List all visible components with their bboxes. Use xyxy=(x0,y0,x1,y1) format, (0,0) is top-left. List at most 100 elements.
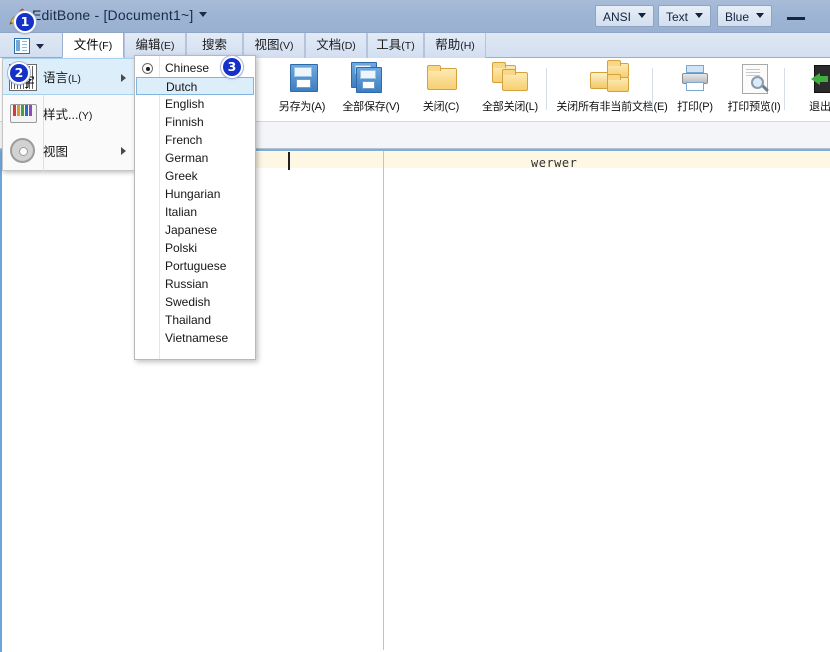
language-item-chinese-label: Chinese xyxy=(165,61,209,75)
encoding-combo[interactable]: ANSI xyxy=(595,5,654,27)
language-item-french[interactable]: French xyxy=(135,131,255,149)
ribbon-button-exit-label: 退出(X) xyxy=(790,98,830,114)
ribbon-button-exit[interactable]: 退出(X) xyxy=(790,60,830,120)
language-item-thailand[interactable]: Thailand xyxy=(135,311,255,329)
panel-layout-icon xyxy=(14,38,30,54)
editor-area[interactable] xyxy=(0,149,830,650)
ribbon-button-close-all-others-label: 关闭所有非当前文档(E) xyxy=(550,98,674,114)
chevron-right-icon xyxy=(121,74,126,82)
editor-left-rule xyxy=(0,151,2,652)
tab-help-mnemonic: (H) xyxy=(460,40,475,52)
document-panel-toggle-button[interactable] xyxy=(12,36,54,56)
exit-door-icon xyxy=(807,62,830,96)
step-badge-3: 3 xyxy=(221,56,243,78)
language-item-greek-label: Greek xyxy=(165,169,198,183)
file-menu-item-style-label: 样式...(Y) xyxy=(43,104,92,123)
tab-help-label: 帮助 xyxy=(435,38,460,52)
ribbon-button-close-all[interactable]: 全部关闭(L) xyxy=(473,60,547,120)
tab-view-mnemonic: (V) xyxy=(280,40,294,52)
text-caret xyxy=(288,152,290,170)
language-item-swedish[interactable]: Swedish xyxy=(135,293,255,311)
gear-icon xyxy=(3,132,43,169)
language-item-greek[interactable]: Greek xyxy=(135,167,255,185)
title-dropdown-caret-icon[interactable] xyxy=(199,12,207,17)
file-menu-item-view[interactable]: 视图 xyxy=(3,132,134,169)
language-item-thailand-label: Thailand xyxy=(165,313,211,327)
language-item-russian-label: Russian xyxy=(165,277,208,291)
file-menu-item-view-label: 视图 xyxy=(43,141,68,160)
chevron-down-icon xyxy=(36,44,44,49)
tab-file[interactable]: 文件(F) xyxy=(62,33,124,58)
language-item-polski[interactable]: Polski xyxy=(135,239,255,257)
palette-icon xyxy=(3,95,43,132)
file-menu-item-style[interactable]: 样式...(Y) xyxy=(3,95,134,132)
language-item-vietnamese[interactable]: Vietnamese xyxy=(135,329,255,347)
print-preview-icon xyxy=(734,62,774,96)
step-badge-2: 2 xyxy=(8,62,30,84)
ribbon-separator xyxy=(784,68,785,110)
minimize-button[interactable] xyxy=(775,5,817,27)
language-item-vietnamese-label: Vietnamese xyxy=(165,331,228,345)
language-item-polski-label: Polski xyxy=(165,241,197,255)
floppy-disk-icon xyxy=(282,62,322,96)
file-menu-language-mnemonic: (L) xyxy=(68,73,81,85)
radio-selected-icon xyxy=(142,63,153,74)
language-item-english-label: English xyxy=(165,97,204,111)
tab-help[interactable]: 帮助(H) xyxy=(424,33,486,58)
ribbon-button-print-preview-label: 打印预览(I) xyxy=(717,98,791,114)
tab-edit-label: 编辑 xyxy=(135,38,160,52)
tab-document-mnemonic: (D) xyxy=(341,40,356,52)
tab-tools-label: 工具 xyxy=(376,38,401,52)
ribbon-button-print-preview[interactable]: 打印预览(I) xyxy=(717,60,791,120)
chevron-down-icon xyxy=(756,13,764,18)
language-item-hungarian[interactable]: Hungarian xyxy=(135,185,255,203)
file-menu-item-language-label: 语言(L) xyxy=(43,67,81,86)
chevron-down-icon xyxy=(695,13,703,18)
minimize-icon xyxy=(787,17,805,20)
language-item-russian[interactable]: Russian xyxy=(135,275,255,293)
file-menu-style-text: 样式... xyxy=(43,108,78,122)
tab-tools-mnemonic: (T) xyxy=(401,40,414,52)
theme-combo[interactable]: Blue xyxy=(717,5,772,27)
ribbon-button-close-label: 关闭(C) xyxy=(404,98,478,114)
file-menu-view-text: 视图 xyxy=(43,145,68,159)
language-item-dutch[interactable]: Dutch xyxy=(136,77,254,95)
language-item-finnish[interactable]: Finnish xyxy=(135,113,255,131)
ribbon-button-save-as[interactable]: 另存为(A) xyxy=(265,60,339,120)
language-item-dutch-label: Dutch xyxy=(166,80,197,94)
document-split-divider[interactable] xyxy=(383,151,384,650)
language-item-italian[interactable]: Italian xyxy=(135,203,255,221)
tab-view-label: 视图 xyxy=(254,38,279,52)
chevron-down-icon xyxy=(638,13,646,18)
window-title: EditBone - [Document1~] xyxy=(32,7,207,23)
tab-tools[interactable]: 工具(T) xyxy=(367,33,424,58)
language-item-japanese[interactable]: Japanese xyxy=(135,221,255,239)
language-item-hungarian-label: Hungarian xyxy=(165,187,220,201)
ribbon-button-close-all-others[interactable]: 关闭所有非当前文档(E) xyxy=(550,60,674,120)
language-item-german[interactable]: German xyxy=(135,149,255,167)
theme-combo-value: Blue xyxy=(725,10,749,24)
encoding-combo-value: ANSI xyxy=(603,10,631,24)
language-item-japanese-label: Japanese xyxy=(165,223,217,237)
language-item-english[interactable]: English xyxy=(135,95,255,113)
tab-document[interactable]: 文档(D) xyxy=(305,33,367,58)
language-submenu[interactable]: Chinese Dutch English Finnish French Ger… xyxy=(134,55,256,360)
title-bar: EditBone - [Document1~] ANSI Text Blue xyxy=(0,0,830,33)
ribbon-button-save-as-label: 另存为(A) xyxy=(265,98,339,114)
language-item-finnish-label: Finnish xyxy=(165,115,204,129)
ribbon-button-save-all[interactable]: 全部保存(V) xyxy=(334,60,408,120)
chevron-right-icon xyxy=(121,147,126,155)
ribbon-button-close[interactable]: 关闭(C) xyxy=(404,60,478,120)
language-item-portuguese-label: Portuguese xyxy=(165,259,226,273)
tab-file-mnemonic: (F) xyxy=(99,40,112,52)
tab-document-label: 文档 xyxy=(316,38,341,52)
file-type-combo-value: Text xyxy=(666,10,688,24)
ribbon-separator xyxy=(652,68,653,110)
ribbon-tab-strip: 文件(F) 编辑(E) 搜索 视图(V) 文档(D) 工具(T) 帮助(H) xyxy=(0,33,830,58)
file-type-combo[interactable]: Text xyxy=(658,5,711,27)
file-menu-language-text: 语言 xyxy=(43,71,68,85)
language-item-portuguese[interactable]: Portuguese xyxy=(135,257,255,275)
language-item-french-label: French xyxy=(165,133,202,147)
file-menu-style-mnemonic: (Y) xyxy=(78,110,92,122)
folder-icon xyxy=(421,62,461,96)
